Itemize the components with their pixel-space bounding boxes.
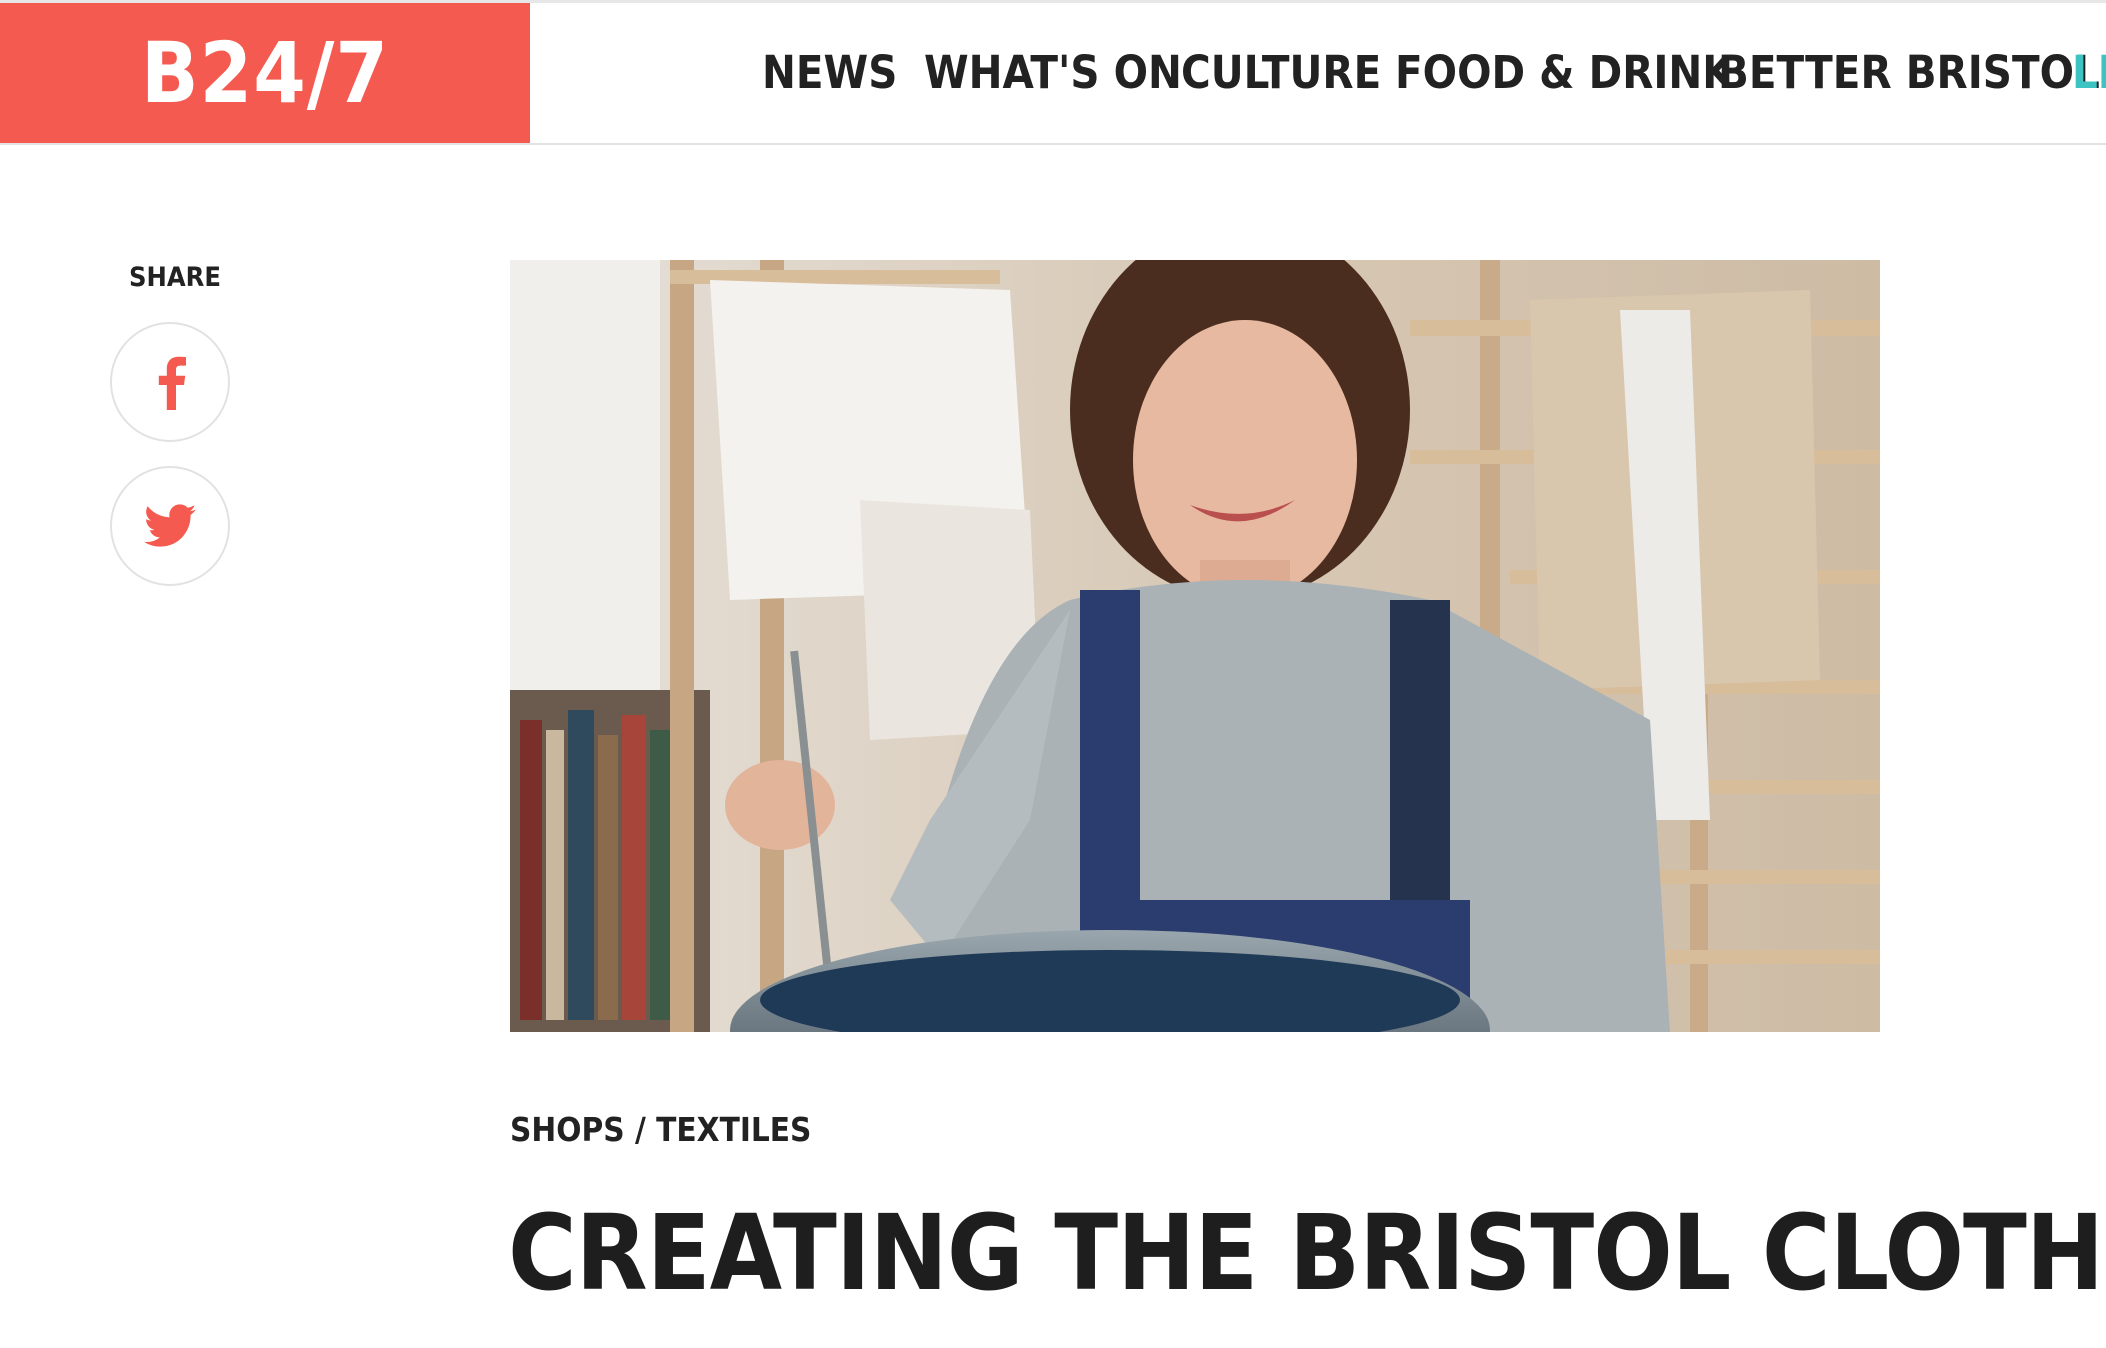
nav-item-partial[interactable]: LI <box>2072 3 2106 143</box>
nav-item-food-drink[interactable]: FOOD & DRINK <box>1395 3 1734 143</box>
nav-item-culture[interactable]: CULTURE <box>1181 3 1381 143</box>
nav-item-better-bristol[interactable]: BETTER BRISTOL <box>1718 3 2100 143</box>
share-label: SHARE <box>129 262 221 293</box>
hero-image <box>510 260 1880 1032</box>
facebook-icon <box>158 356 186 410</box>
twitter-icon <box>144 504 196 547</box>
facebook-share-button[interactable] <box>110 322 230 442</box>
main-nav: NEWS WHAT'S ON CULTURE FOOD & DRINK BETT… <box>0 3 2106 143</box>
category-link-shops[interactable]: SHOPS <box>510 1110 625 1149</box>
article-category: SHOPS / TEXTILES <box>510 1110 811 1149</box>
twitter-share-button[interactable] <box>110 466 230 586</box>
nav-item-whats-on[interactable]: WHAT'S ON <box>924 3 1182 143</box>
article-title: CREATING THE BRISTOL CLOTH <box>508 1192 2104 1314</box>
nav-item-news[interactable]: NEWS <box>762 3 897 143</box>
site-header: B24/7 NEWS WHAT'S ON CULTURE FOOD & DRIN… <box>0 3 2106 145</box>
category-link-textiles[interactable]: TEXTILES <box>656 1110 811 1149</box>
category-separator: / <box>624 1110 657 1149</box>
